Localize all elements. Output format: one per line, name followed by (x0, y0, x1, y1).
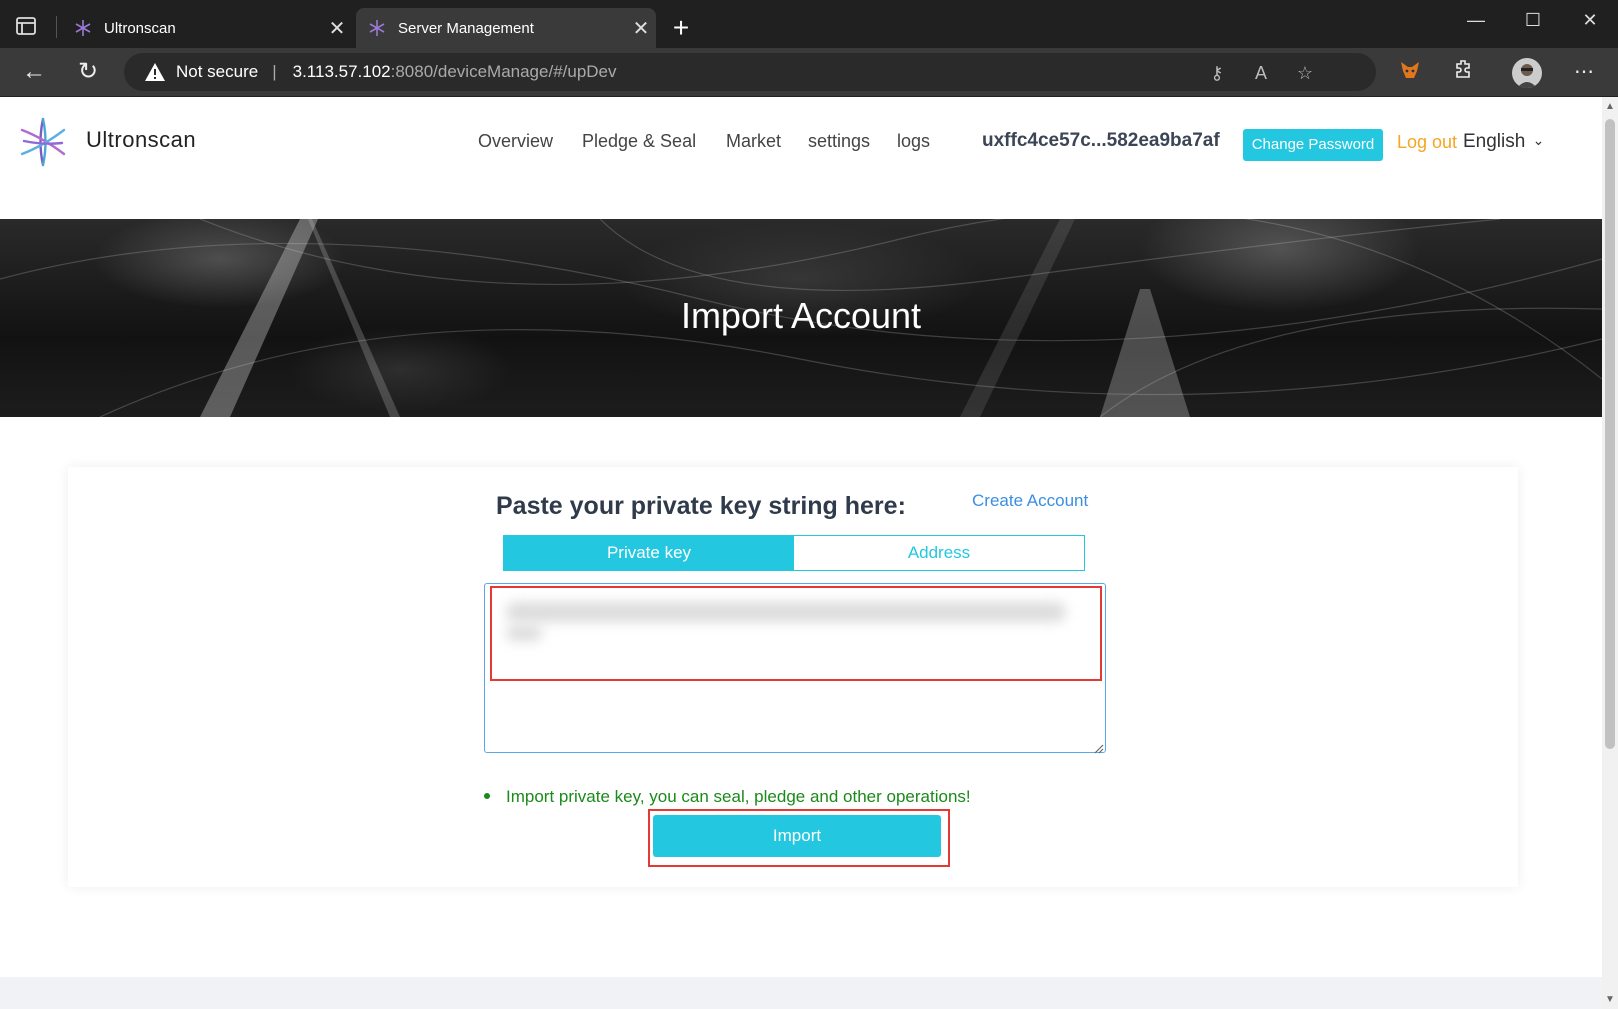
import-type-tabs: Private key Address (503, 535, 1085, 571)
form-title: Paste your private key string here: (496, 492, 906, 520)
page-scrollbar[interactable]: ▲ ▼ (1602, 97, 1618, 1009)
ultronscan-logo-icon[interactable] (16, 115, 70, 169)
browser-address-bar: ← ↻ Not secure | 3.113.57.102:8080/devic… (0, 48, 1618, 96)
page-title: Import Account (680, 295, 922, 336)
tab-actions-icon[interactable] (14, 14, 38, 38)
tab-title: Server Management (398, 19, 534, 37)
security-label[interactable]: Not secure (176, 62, 258, 82)
tab-private-key[interactable]: Private key (504, 536, 794, 570)
account-address: uxffc4ce57c...582ea9ba7af (982, 130, 1220, 151)
footer-strip (0, 977, 1602, 1009)
key-icon[interactable]: ⚷ (1206, 62, 1228, 84)
chevron-down-icon: ⌄ (1532, 132, 1545, 148)
close-tab-icon[interactable]: ✕ (322, 16, 352, 41)
tab-title: Ultronscan (104, 19, 176, 37)
warning-icon (144, 61, 166, 83)
close-window-icon[interactable]: ✕ (1570, 10, 1610, 31)
ultronscan-favicon-icon (72, 17, 94, 39)
browser-tab-ultronscan[interactable]: Ultronscan ✕ (62, 8, 352, 48)
browser-tab-server-management[interactable]: Server Management ✕ (356, 8, 656, 48)
scrollbar-thumb[interactable] (1605, 119, 1615, 749)
site-header: Ultronscan Overview Pledge & Seal Market… (0, 97, 1602, 219)
redacted-key-text (506, 602, 1066, 622)
import-button[interactable]: Import (653, 815, 941, 857)
language-label: English (1463, 131, 1526, 152)
metamask-extension-icon[interactable] (1396, 58, 1424, 86)
nav-pledge-seal[interactable]: Pledge & Seal (582, 131, 696, 152)
nav-logs[interactable]: logs (897, 131, 930, 152)
new-tab-button[interactable]: + (666, 12, 696, 44)
create-account-link[interactable]: Create Account (972, 491, 1088, 511)
hint-text: Import private key, you can seal, pledge… (506, 787, 971, 806)
page-viewport: Ultronscan Overview Pledge & Seal Market… (0, 97, 1602, 1009)
profile-avatar[interactable] (1512, 58, 1542, 88)
bullet-icon (484, 792, 490, 799)
add-favorite-icon[interactable]: ☆ (1294, 62, 1316, 84)
close-tab-icon[interactable]: ✕ (626, 16, 656, 41)
address-divider: | (272, 62, 277, 81)
tab-address[interactable]: Address (794, 536, 1084, 570)
minimize-window-icon[interactable]: — (1456, 10, 1496, 31)
logout-link[interactable]: Log out (1397, 132, 1457, 153)
read-aloud-icon[interactable]: A (1250, 62, 1272, 84)
url-field[interactable]: Not secure | 3.113.57.102:8080/deviceMan… (124, 53, 1376, 91)
url-host: 3.113.57.102 (292, 62, 391, 81)
resize-handle-icon[interactable] (1094, 741, 1104, 754)
back-icon[interactable]: ← (18, 58, 50, 86)
redacted-key-text (506, 625, 542, 641)
maximize-window-icon[interactable]: ☐ (1513, 10, 1553, 31)
extensions-icon[interactable] (1450, 58, 1478, 86)
reload-icon[interactable]: ↻ (72, 58, 104, 86)
nav-settings[interactable]: settings (808, 131, 870, 152)
more-options-icon[interactable]: ⋯ (1570, 58, 1598, 86)
tab-separator (56, 16, 57, 38)
nav-market[interactable]: Market (726, 131, 781, 152)
hero-banner: Import Account (0, 219, 1602, 417)
nav-overview[interactable]: Overview (478, 131, 553, 152)
ultronscan-favicon-icon (366, 17, 388, 39)
brand-name: Ultronscan (86, 127, 197, 152)
scroll-up-icon[interactable]: ▲ (1605, 101, 1615, 112)
browser-tab-bar: Ultronscan ✕ Server Management ✕ + — ☐ ✕ (0, 0, 1618, 48)
url-path: :8080/deviceManage/#/upDev (390, 62, 617, 81)
language-selector[interactable]: English ⌄ (1463, 131, 1544, 153)
scroll-down-icon[interactable]: ▼ (1605, 994, 1615, 1005)
hint-item: Import private key, you can seal, pledge… (484, 787, 971, 807)
change-password-button[interactable]: Change Password (1243, 129, 1383, 161)
